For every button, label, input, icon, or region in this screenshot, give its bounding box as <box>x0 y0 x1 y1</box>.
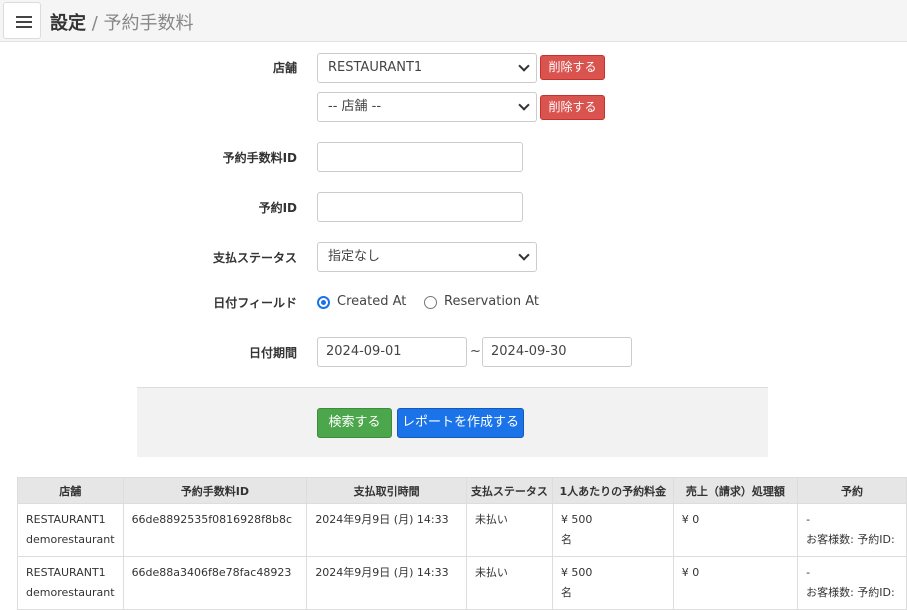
chevron-down-icon <box>518 60 530 72</box>
date-field-label: 日付フィールド <box>213 296 297 310</box>
radio-reservation-at[interactable] <box>424 296 437 309</box>
radio-created-at[interactable] <box>317 296 330 309</box>
date-range-label: 日付期間 <box>248 346 297 360</box>
fee-value: ¥ 500 <box>560 566 593 579</box>
col-header-status[interactable]: 支払ステータス <box>465 477 553 504</box>
store-name: RESTAURANT1 <box>26 513 106 526</box>
chevron-down-icon <box>518 249 530 261</box>
breadcrumb-page: 予約手数料 <box>103 13 194 34</box>
store-select-1-value: RESTAURANT1 <box>328 60 423 75</box>
table-row: RESTAURANT1 demorestaurant 66de8892535f0… <box>17 503 907 557</box>
cell-status: 未払い <box>465 503 553 557</box>
chevron-down-icon <box>518 99 530 111</box>
cell-store: RESTAURANT1 demorestaurant <box>17 503 124 557</box>
cell-fee: ¥ 500 名 <box>551 556 674 610</box>
payment-status-label: 支払ステータス <box>212 251 297 265</box>
cell-fee: ¥ 500 名 <box>551 503 674 557</box>
delete-store-2-button[interactable]: 削除する <box>540 95 605 120</box>
top-bar: 設定 / 予約手数料 <box>0 0 907 42</box>
cell-time: 2024年9月9日 (月) 14:33 <box>306 503 467 557</box>
search-button[interactable]: 検索する <box>317 408 392 438</box>
create-report-button[interactable]: レポートを作成する <box>397 408 524 438</box>
page-title: 設定 / 予約手数料 <box>50 9 194 35</box>
cell-amount: ¥ 0 <box>672 556 799 610</box>
date-from-input[interactable]: 2024-09-01 <box>317 337 467 367</box>
store-label: 店舗 <box>272 61 297 75</box>
reservation-id-label: 予約ID <box>258 201 297 215</box>
reservation-value: - <box>806 566 811 579</box>
store-name: RESTAURANT1 <box>26 566 106 579</box>
col-header-time[interactable]: 支払取引時間 <box>306 477 467 504</box>
fee-value: ¥ 500 <box>560 513 593 526</box>
store-code: demorestaurant <box>26 586 115 599</box>
cell-fee-id: 66de8892535f0816928f8b8c <box>122 503 308 557</box>
fee-id-label: 予約手数料ID <box>222 151 297 165</box>
cell-reservation: - お客様数: 予約ID: <box>797 556 907 610</box>
delete-store-1-button[interactable]: 削除する <box>540 55 605 80</box>
results-table: 店舗 予約手数料ID 支払取引時間 支払ステータス 1人あたりの予約料金 売上（… <box>17 477 907 610</box>
breadcrumb-current: 設定 <box>50 13 86 34</box>
date-to-input[interactable]: 2024-09-30 <box>482 337 632 367</box>
date-range-separator: ~ <box>470 344 481 359</box>
col-header-fee[interactable]: 1人あたりの予約料金 <box>551 477 674 504</box>
store-select-2-value: -- 店舗 -- <box>328 99 382 114</box>
col-header-amount[interactable]: 売上（請求）処理額 <box>672 477 799 504</box>
radio-reservation-at-label[interactable]: Reservation At <box>444 294 539 309</box>
hamburger-icon <box>16 16 32 18</box>
table-row: RESTAURANT1 demorestaurant 66de88a3406f8… <box>17 556 907 610</box>
store-select-2[interactable]: -- 店舗 -- <box>317 92 537 122</box>
fee-unit: 名 <box>560 533 572 546</box>
reservation-detail: お客様数: 予約ID: <box>806 586 895 599</box>
store-code: demorestaurant <box>26 533 115 546</box>
menu-toggle-button[interactable] <box>3 2 41 39</box>
payment-status-select[interactable]: 指定なし <box>317 242 537 272</box>
reservation-detail: お客様数: 予約ID: <box>806 533 895 546</box>
form-actions: 検索する レポートを作成する <box>137 387 768 457</box>
breadcrumb-separator: / <box>91 13 98 34</box>
reservation-id-input[interactable] <box>317 192 523 222</box>
cell-amount: ¥ 0 <box>672 503 799 557</box>
payment-status-value: 指定なし <box>328 249 381 264</box>
col-header-store[interactable]: 店舗 <box>17 477 124 504</box>
store-select-1[interactable]: RESTAURANT1 <box>317 53 537 83</box>
cell-store: RESTAURANT1 demorestaurant <box>17 556 124 610</box>
col-header-reservation[interactable]: 予約 <box>797 477 907 504</box>
cell-status: 未払い <box>465 556 553 610</box>
cell-reservation: - お客様数: 予約ID: <box>797 503 907 557</box>
fee-unit: 名 <box>560 586 572 599</box>
fee-id-input[interactable] <box>317 142 523 172</box>
col-header-fee-id[interactable]: 予約手数料ID <box>122 477 308 504</box>
radio-created-at-label[interactable]: Created At <box>337 294 406 309</box>
cell-fee-id: 66de88a3406f8e78fac48923 <box>122 556 308 610</box>
table-header-row: 店舗 予約手数料ID 支払取引時間 支払ステータス 1人あたりの予約料金 売上（… <box>17 477 907 504</box>
cell-time: 2024年9月9日 (月) 14:33 <box>306 556 467 610</box>
reservation-value: - <box>806 513 811 526</box>
